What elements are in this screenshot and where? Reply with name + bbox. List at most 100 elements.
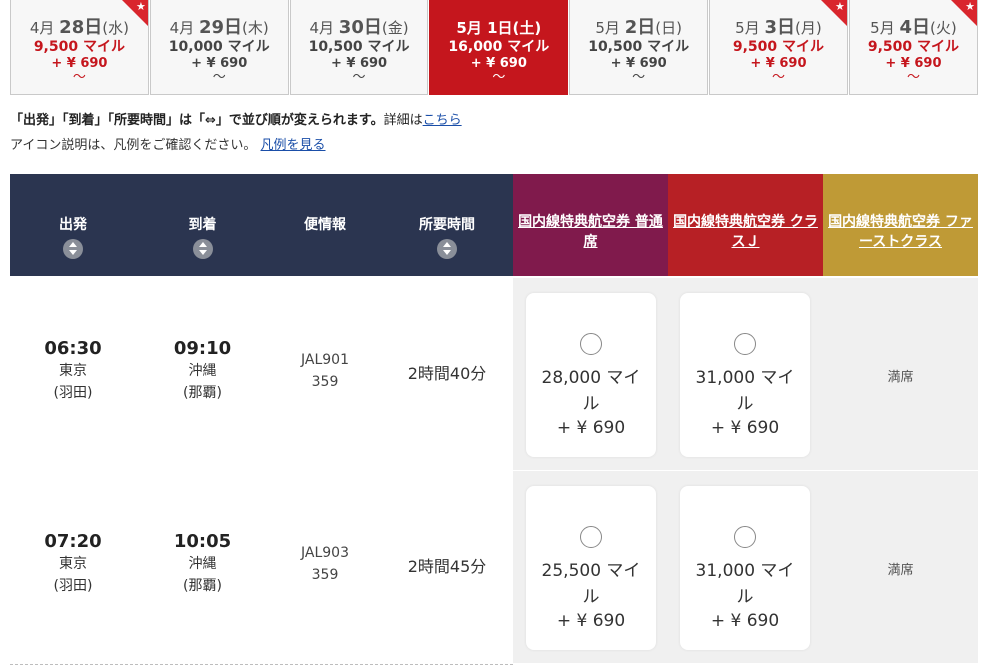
departure-airport: (羽田) [53, 578, 93, 594]
header-fare-standard[interactable]: 国内線特典航空券 普通席 [513, 174, 668, 276]
flight-number: JAL901 [301, 352, 349, 368]
tab-tilde: 〜 [72, 70, 86, 85]
sort-updown-icon[interactable] [63, 239, 83, 259]
sort-note: 「出発」「到着」「所要時間」は「⇔」で並び順が変えられます。詳細はこちら [10, 112, 462, 130]
fare-tax: + ¥ 690 [710, 611, 780, 631]
fare-first-soldout: 満席 [887, 370, 914, 385]
sort-updown-icon[interactable] [192, 239, 213, 259]
arrival-cell: 09:10 沖縄 (那覇) [136, 278, 269, 470]
legend-note-text: アイコン説明は、凡例をご確認ください。 [10, 138, 257, 153]
header-fare-first[interactable]: 国内線特典航空券 ファーストクラス [823, 174, 978, 276]
arrival-time: 09:10 [173, 338, 232, 359]
tab-miles: 9,500 マイル [33, 39, 125, 55]
duration-cell: 2時間40分 [381, 278, 513, 470]
flight-duration: 2時間40分 [407, 364, 487, 383]
table-row: 07:20 東京 (羽田) 10:05 沖縄 (那覇) JAL903 359 2… [10, 471, 978, 665]
header-depart-label: 出発 [59, 217, 87, 233]
header-arrive-label: 到着 [188, 217, 217, 233]
header-flight-label: 便情報 [304, 217, 346, 233]
sort-updown-icon[interactable] [437, 239, 457, 259]
tab-miles: 10,000 マイル [168, 39, 270, 55]
tab-tilde: 〜 [771, 70, 785, 85]
fare-miles: 28,000 マイル [541, 368, 641, 414]
tab-miles: 16,000 マイル [448, 39, 550, 55]
fare-miles: 31,000 マイル [695, 368, 795, 414]
header-arrive[interactable]: 到着 [136, 174, 269, 276]
fare-miles: 31,000 マイル [695, 561, 795, 607]
star-icon: ★ [135, 0, 146, 13]
header-fare-standard-link[interactable]: 国内線特典航空券 普通席 [518, 214, 663, 250]
header-fare-first-link[interactable]: 国内線特典航空券 ファーストクラス [828, 214, 973, 250]
date-tab-apr28[interactable]: ★ 4月 28日(水) 9,500 マイル + ¥ 690 〜 [10, 0, 149, 95]
fare-miles: 25,500 マイル [541, 561, 641, 607]
flight-duration: 2時間45分 [407, 557, 487, 576]
aircraft-type: 359 [311, 374, 339, 390]
radio-button[interactable] [580, 333, 602, 355]
tab-miles: 9,500 マイル [732, 39, 825, 55]
fare-tax: + ¥ 690 [556, 418, 626, 438]
tab-date: 5月 1日(土) [456, 19, 542, 37]
sort-note-text: 「出発」「到着」「所要時間」は「⇔」で並び順が変えられます。 [10, 113, 384, 128]
flight-info-cell: JAL901 359 [269, 278, 381, 470]
tab-tilde: 〜 [906, 70, 920, 85]
date-tab-apr29[interactable]: 4月 29日(木) 10,000 マイル + ¥ 690 〜 [149, 0, 289, 95]
fare-first-soldout: 満席 [887, 563, 914, 578]
flight-info-cell: JAL903 359 [269, 471, 381, 663]
flight-number: JAL903 [301, 545, 349, 561]
arrival-city: 沖縄 [188, 556, 217, 572]
duration-cell: 2時間45分 [381, 471, 513, 663]
fare-card-class-j[interactable]: 31,000 マイル + ¥ 690 [680, 293, 810, 457]
header-duration[interactable]: 所要時間 [381, 174, 513, 276]
date-tab-may4[interactable]: ★ 5月 4日(火) 9,500 マイル + ¥ 690 〜 [848, 0, 979, 95]
fare-card-standard[interactable]: 28,000 マイル + ¥ 690 [526, 293, 656, 457]
tab-tilde: 〜 [632, 70, 646, 85]
date-selector: ★ 4月 28日(水) 9,500 マイル + ¥ 690 〜 4月 29日(木… [10, 0, 979, 96]
star-icon: ★ [965, 0, 976, 13]
arrival-airport: (那覇) [183, 578, 222, 594]
date-tab-may1-selected[interactable]: 5月 1日(土) 16,000 マイル + ¥ 690 〜 [429, 0, 569, 95]
star-icon: ★ [835, 0, 845, 13]
header-fare-class-j-link[interactable]: 国内線特典航空券 クラスＪ [673, 214, 818, 250]
legend-link[interactable]: 凡例を見る [261, 138, 326, 153]
tab-tilde: 〜 [212, 70, 226, 85]
tab-tilde: 〜 [492, 70, 506, 85]
date-tab-may3[interactable]: ★ 5月 3日(月) 9,500 マイル + ¥ 690 〜 [709, 0, 848, 95]
header-flight: 便情報 [269, 174, 381, 276]
detail-link[interactable]: こちら [423, 113, 462, 128]
tab-tilde: 〜 [352, 70, 366, 85]
arrival-airport: (那覇) [183, 385, 222, 401]
radio-button[interactable] [580, 526, 602, 548]
departure-city: 東京 [59, 556, 87, 572]
departure-cell: 07:20 東京 (羽田) [10, 471, 136, 663]
tab-date: 4月 30日(金) [309, 17, 409, 38]
fare-tax: + ¥ 690 [556, 611, 626, 631]
header-duration-label: 所要時間 [419, 217, 475, 233]
tab-miles: 10,500 マイル [588, 39, 690, 55]
tab-miles: 9,500 マイル [867, 39, 960, 55]
date-tab-apr30[interactable]: 4月 30日(金) 10,500 マイル + ¥ 690 〜 [289, 0, 429, 95]
flight-table-header: 出発 到着 便情報 所要時間 国内線特典航空券 普通席 国内線特典航空券 クラス… [10, 174, 978, 276]
date-tab-may2[interactable]: 5月 2日(日) 10,500 マイル + ¥ 690 〜 [569, 0, 709, 95]
departure-time: 07:20 [44, 531, 102, 552]
aircraft-type: 359 [311, 567, 339, 583]
arrival-time: 10:05 [173, 531, 232, 552]
tab-miles: 10,500 マイル [308, 39, 410, 55]
departure-time: 06:30 [44, 338, 102, 359]
arrival-city: 沖縄 [188, 363, 217, 379]
legend-note: アイコン説明は、凡例をご確認ください。 凡例を見る [10, 137, 326, 155]
header-fare-class-j[interactable]: 国内線特典航空券 クラスＪ [668, 174, 823, 276]
fare-card-standard[interactable]: 25,500 マイル + ¥ 690 [526, 486, 656, 650]
departure-airport: (羽田) [53, 385, 93, 401]
radio-button[interactable] [734, 333, 756, 355]
departure-cell: 06:30 東京 (羽田) [10, 278, 136, 470]
fare-card-class-j[interactable]: 31,000 マイル + ¥ 690 [680, 486, 810, 650]
radio-button[interactable] [734, 526, 756, 548]
tab-date: 5月 2日(日) [595, 17, 682, 38]
header-depart[interactable]: 出発 [10, 174, 136, 276]
detail-label: 詳細は [383, 113, 423, 128]
departure-city: 東京 [59, 363, 87, 379]
arrival-cell: 10:05 沖縄 (那覇) [136, 471, 269, 663]
table-row: 06:30 東京 (羽田) 09:10 沖縄 (那覇) JAL901 359 2… [10, 278, 978, 472]
tab-date: 4月 29日(木) [169, 17, 269, 38]
fare-tax: + ¥ 690 [710, 418, 780, 438]
